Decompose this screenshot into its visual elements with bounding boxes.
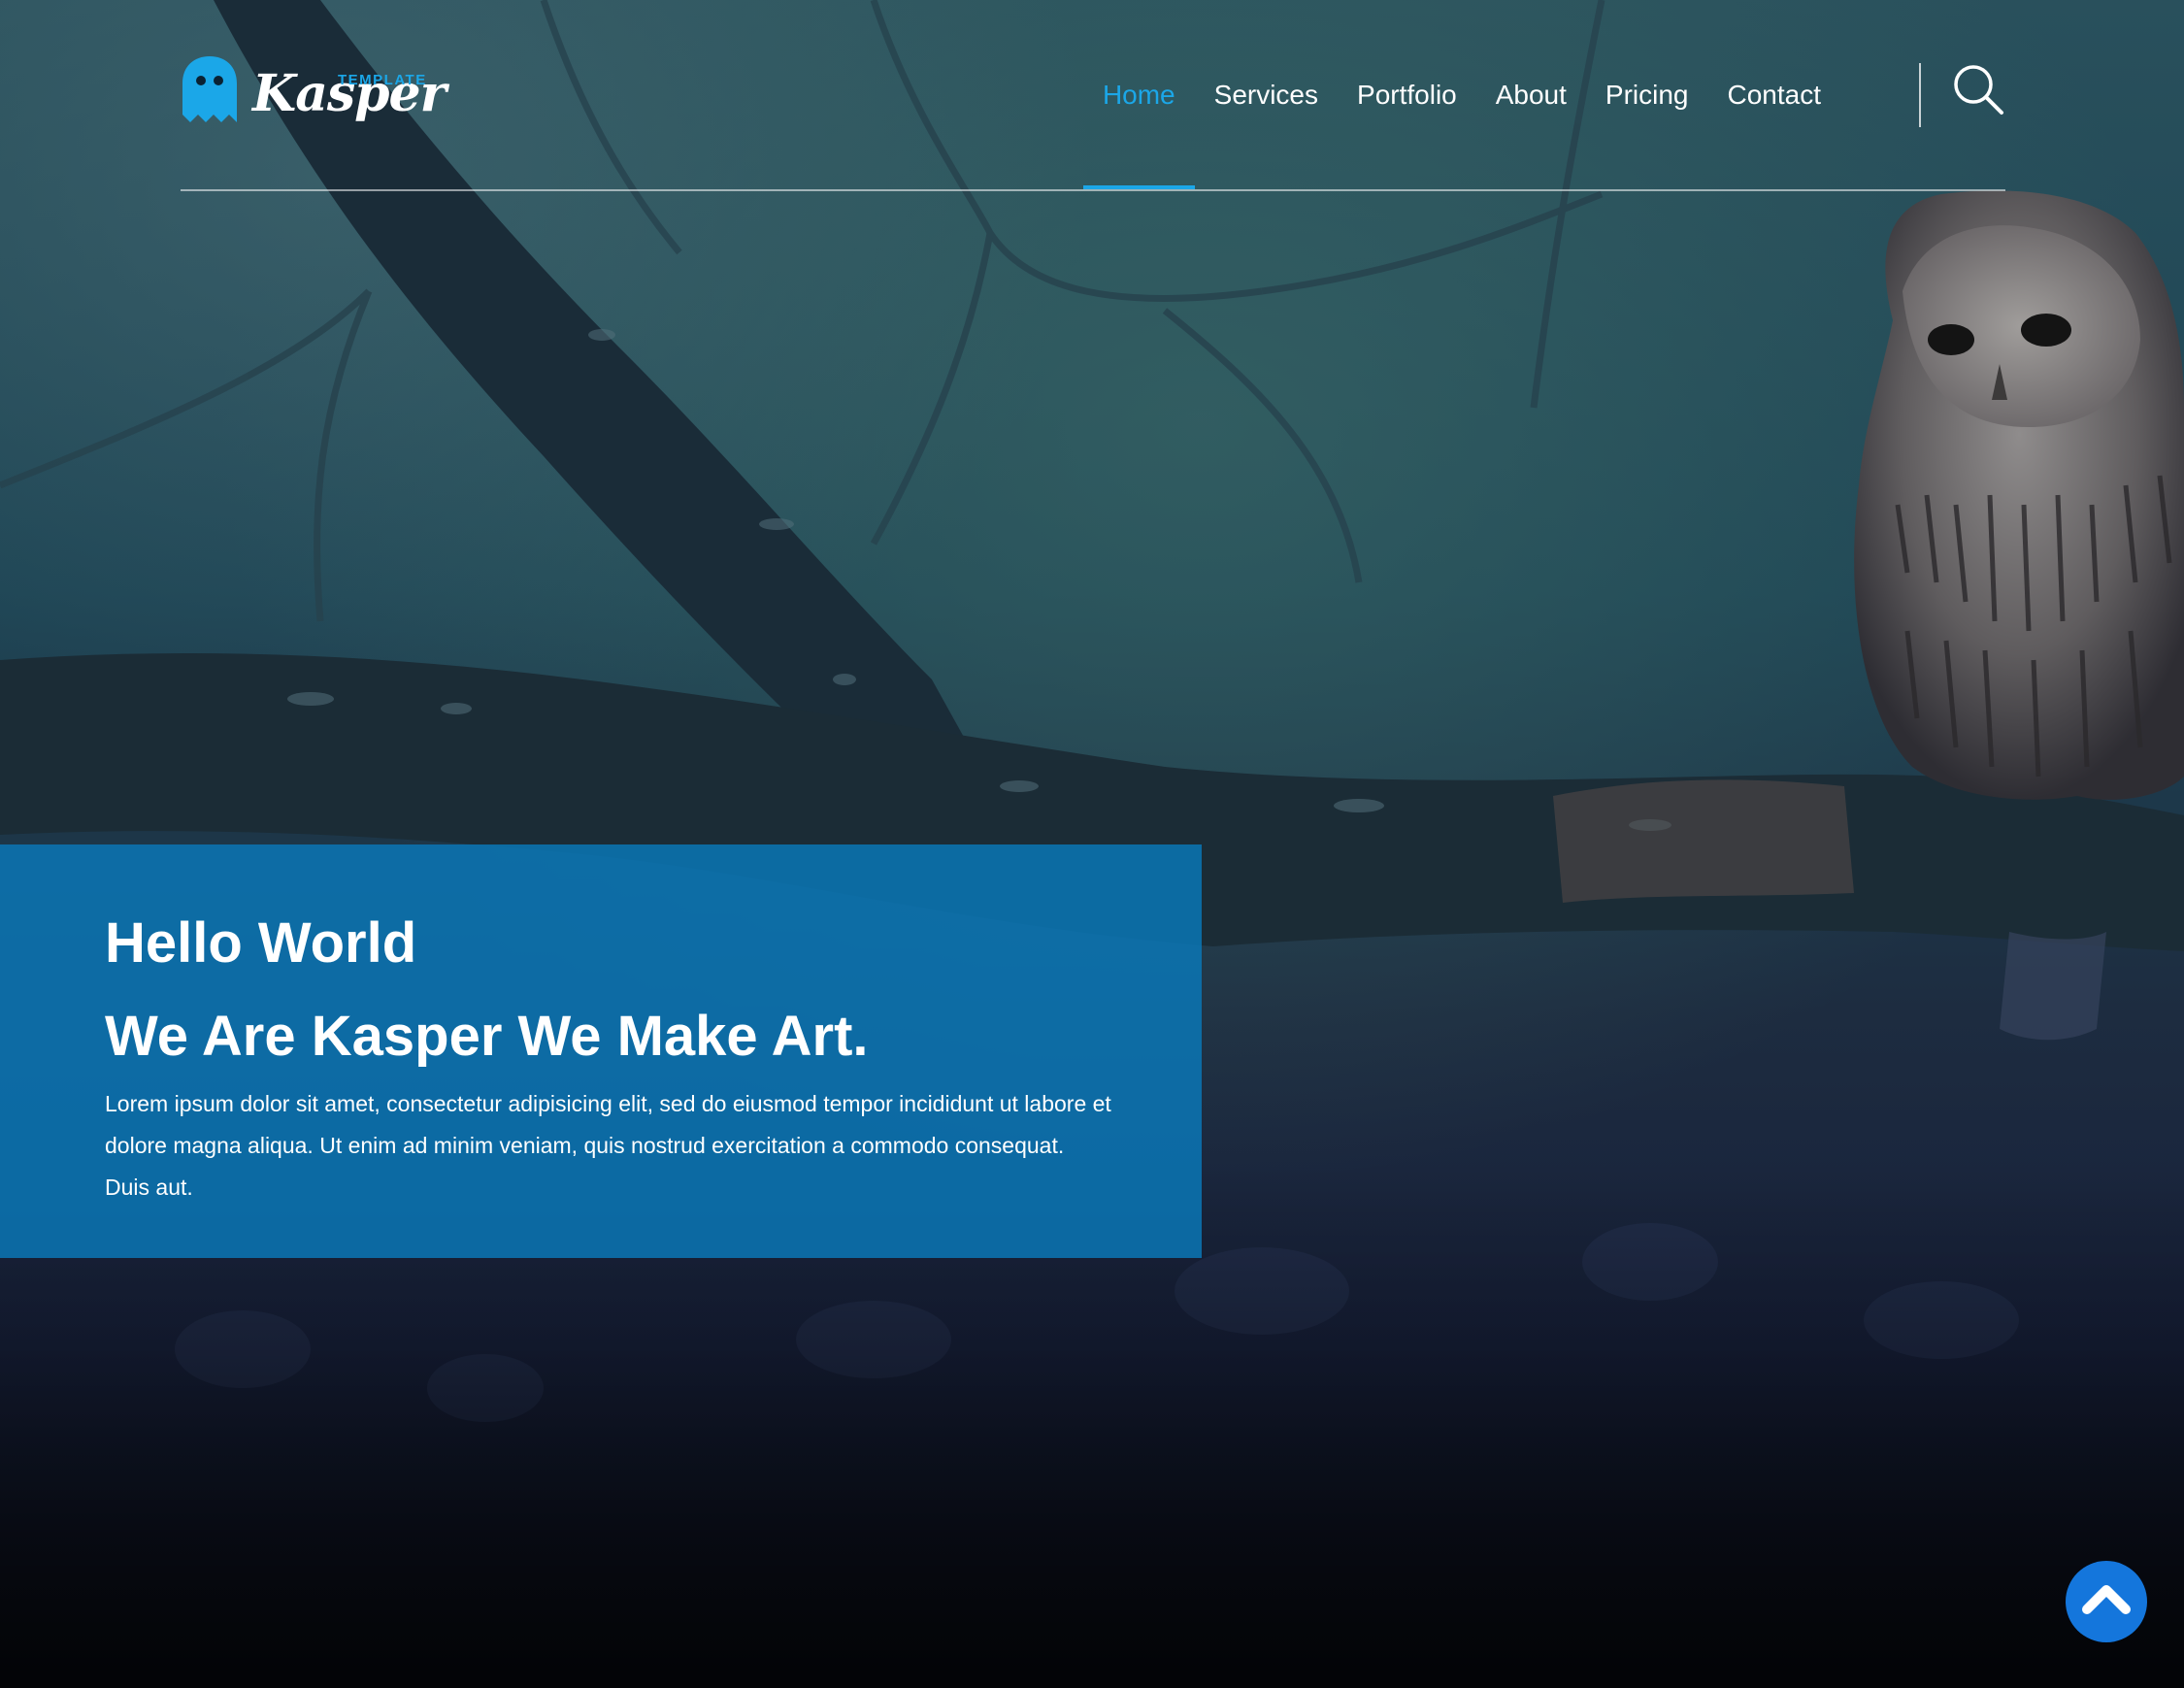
hero-content-box: Hello World We Are Kasper We Make Art. L…: [0, 844, 1202, 1258]
ghost-icon: [182, 56, 237, 122]
site-header: Kasper TEMPLATE Home Services Portfolio …: [181, 49, 2005, 191]
page: Kasper TEMPLATE Home Services Portfolio …: [0, 0, 2184, 1688]
nav-item-about[interactable]: About: [1476, 49, 1586, 141]
nav-item-pricing[interactable]: Pricing: [1586, 49, 1708, 141]
hero-title: We Are Kasper We Make Art.: [105, 1005, 869, 1068]
nav-item-services[interactable]: Services: [1195, 49, 1338, 141]
search-icon[interactable]: [1951, 62, 2005, 116]
logo-tagline: TEMPLATE: [338, 72, 427, 88]
scroll-to-top-button[interactable]: [2066, 1561, 2147, 1642]
chevron-up-icon: [2082, 1585, 2131, 1614]
hero-description: Lorem ipsum dolor sit amet, consectetur …: [105, 1091, 1111, 1200]
nav-item-portfolio[interactable]: Portfolio: [1338, 49, 1476, 141]
logo[interactable]: Kasper TEMPLATE: [181, 50, 447, 138]
hero-greeting: Hello World: [105, 911, 417, 975]
nav-item-home[interactable]: Home: [1082, 49, 1195, 189]
main-nav: Home Services Portfolio About Pricing Co…: [1082, 49, 1841, 189]
nav-item-contact[interactable]: Contact: [1708, 49, 1841, 141]
nav-divider: [1919, 63, 1921, 127]
